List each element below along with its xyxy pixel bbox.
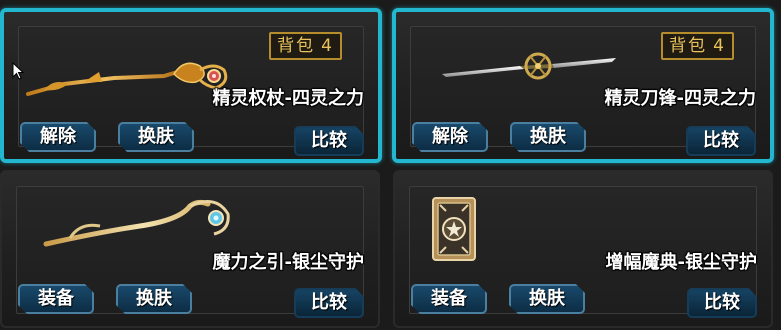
equipment-card-scepter[interactable]: 背包 4 精灵权杖-四灵之力 解除 换肤 比较 <box>0 8 382 163</box>
equipment-card-tome[interactable]: 增幅魔典-银尘守护 装备 换肤 比较 <box>393 170 773 328</box>
equipment-card-staff[interactable]: 魔力之引-银尘守护 装备 换肤 比较 <box>0 170 380 328</box>
blade-icon <box>442 52 616 80</box>
equipment-card-blade[interactable]: 背包 4 精灵刀锋-四灵之力 解除 换肤 比较 <box>392 8 774 163</box>
item-name: 精灵权杖-四灵之力 <box>212 88 364 109</box>
unequip-button[interactable]: 解除 <box>20 122 96 152</box>
change-skin-button[interactable]: 换肤 <box>118 122 194 152</box>
equip-button[interactable]: 装备 <box>18 284 94 314</box>
item-name: 魔力之引-银尘守护 <box>212 252 364 273</box>
staff-icon <box>43 199 230 247</box>
change-skin-button[interactable]: 换肤 <box>116 284 192 314</box>
compare-button[interactable]: 比较 <box>686 126 756 156</box>
badge-number: 4 <box>321 36 334 56</box>
equip-button[interactable]: 装备 <box>411 284 487 314</box>
compare-button[interactable]: 比较 <box>294 288 364 318</box>
mouse-cursor-icon <box>12 62 24 80</box>
change-skin-button[interactable]: 换肤 <box>510 122 586 152</box>
badge-label: 背包 <box>277 36 316 56</box>
backpack-badge: 背包 4 <box>661 32 734 60</box>
unequip-button[interactable]: 解除 <box>412 122 488 152</box>
backpack-badge: 背包 4 <box>269 32 342 60</box>
item-name: 精灵刀锋-四灵之力 <box>604 88 756 109</box>
badge-label: 背包 <box>669 36 708 56</box>
compare-button[interactable]: 比较 <box>687 288 757 318</box>
item-name: 增幅魔典-银尘守护 <box>605 252 757 273</box>
compare-button[interactable]: 比较 <box>294 126 364 156</box>
change-skin-button[interactable]: 换肤 <box>509 284 585 314</box>
badge-number: 4 <box>713 36 726 56</box>
tome-icon <box>432 197 476 261</box>
equipment-grid: 背包 4 精灵权杖-四灵之力 解除 换肤 比较 背包 4 精灵刀锋-四灵之力 解… <box>0 0 781 330</box>
